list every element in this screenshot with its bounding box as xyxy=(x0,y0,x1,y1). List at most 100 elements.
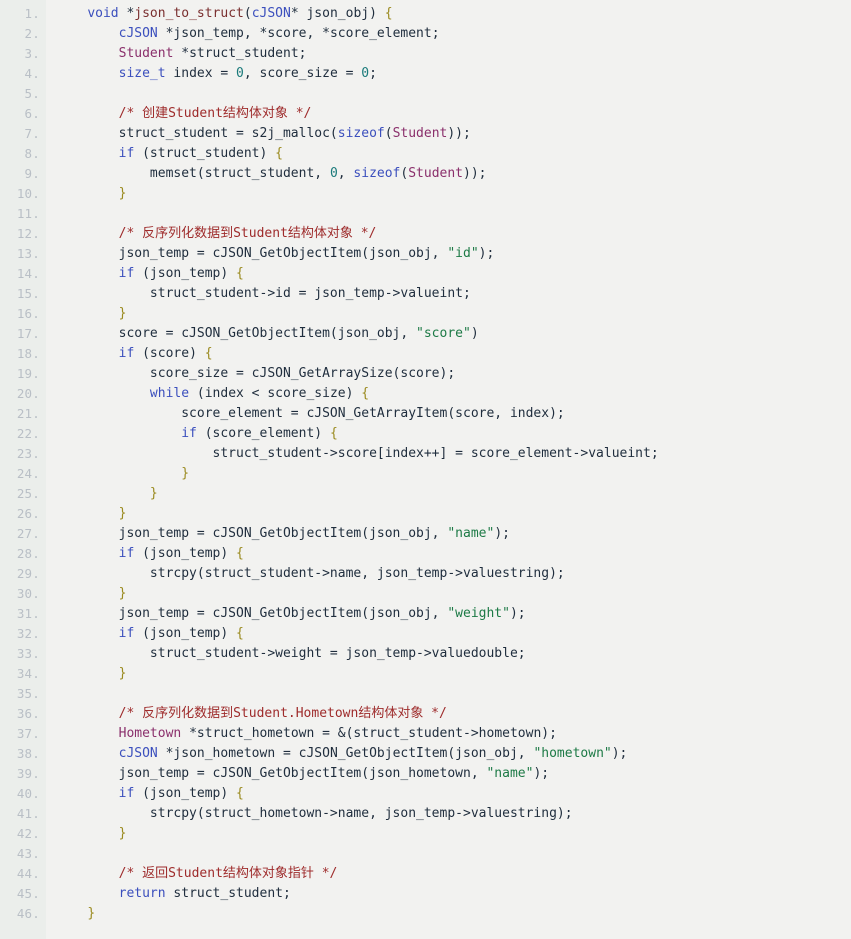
code-line[interactable]: size_t index = 0, score_size = 0; xyxy=(56,64,851,84)
code-line[interactable] xyxy=(56,84,851,104)
code-line[interactable]: if (json_temp) { xyxy=(56,264,851,284)
code-token-kw: if xyxy=(181,426,197,441)
code-token-brace: { xyxy=(275,146,283,161)
code-line[interactable]: cJSON *json_temp, *score, *score_element… xyxy=(56,24,851,44)
code-line[interactable]: /* 返回Student结构体对象指针 */ xyxy=(56,864,851,884)
code-line[interactable]: } xyxy=(56,504,851,524)
line-number: 32. xyxy=(16,626,40,641)
code-line[interactable]: struct_student->score[index++] = score_e… xyxy=(56,444,851,464)
code-token-cmt: /* 反序列化数据到Student结构体对象 */ xyxy=(118,226,377,241)
code-token-type: Student xyxy=(392,126,448,141)
code-line[interactable]: strcpy(struct_hometown->name, json_temp-… xyxy=(56,804,851,824)
code-token-str: "score" xyxy=(416,326,471,341)
code-line[interactable] xyxy=(56,684,851,704)
code-line[interactable]: if (score_element) { xyxy=(56,424,851,444)
line-number: 26. xyxy=(16,506,40,521)
code-token-brace: { xyxy=(236,546,244,561)
code-line[interactable]: Student *struct_student; xyxy=(56,44,851,64)
code-line[interactable]: } xyxy=(56,464,851,484)
code-line[interactable]: Hometown *struct_hometown = &(struct_stu… xyxy=(56,724,851,744)
code-token-cmt: /* 返回Student结构体对象指针 */ xyxy=(118,866,338,881)
code-line[interactable]: memset(struct_student, 0, sizeof(Student… xyxy=(56,164,851,184)
code-token-brace: { xyxy=(204,346,213,361)
code-line[interactable]: while (index < score_size) { xyxy=(56,384,851,404)
code-content-area[interactable]: void *json_to_struct(cJSON* json_obj) { … xyxy=(46,0,851,939)
code-token-plain: ); xyxy=(533,766,550,781)
code-token-plain: * json_obj) xyxy=(290,6,385,21)
code-token-brace: } xyxy=(118,306,127,321)
code-line[interactable]: json_temp = cJSON_GetObjectItem(json_obj… xyxy=(56,604,851,624)
code-line[interactable]: } xyxy=(56,484,851,504)
line-number: 4. xyxy=(24,66,40,81)
code-token-plain: (json_temp) xyxy=(134,546,237,561)
code-line[interactable]: /* 创建Student结构体对象 */ xyxy=(56,104,851,124)
code-line[interactable]: struct_student->id = json_temp->valueint… xyxy=(56,284,851,304)
code-token-kw: if xyxy=(118,266,135,281)
line-number: 45. xyxy=(16,886,40,901)
line-number: 23. xyxy=(16,446,40,461)
code-line[interactable]: score_element = cJSON_GetArrayItem(score… xyxy=(56,404,851,424)
line-number: 3. xyxy=(24,46,40,61)
code-line[interactable]: if (json_temp) { xyxy=(56,784,851,804)
code-token-brace: { xyxy=(329,426,338,441)
code-line[interactable]: json_temp = cJSON_GetObjectItem(json_obj… xyxy=(56,524,851,544)
code-line[interactable]: json_temp = cJSON_GetObjectItem(json_hom… xyxy=(56,764,851,784)
code-token-plain: struct_student = s2j_malloc( xyxy=(56,126,338,141)
code-line[interactable]: score_size = cJSON_GetArraySize(score); xyxy=(56,364,851,384)
line-number: 10. xyxy=(16,186,40,201)
code-line[interactable]: } xyxy=(56,584,851,604)
line-number: 35. xyxy=(16,686,40,701)
line-number: 7. xyxy=(24,126,40,141)
code-line[interactable]: strcpy(struct_student->name, json_temp->… xyxy=(56,564,851,584)
code-line[interactable]: struct_student->weight = json_temp->valu… xyxy=(56,644,851,664)
code-line[interactable]: if (json_temp) { xyxy=(56,624,851,644)
code-line[interactable]: } xyxy=(56,304,851,324)
line-number: 27. xyxy=(16,526,40,541)
line-number: 38. xyxy=(16,746,40,761)
line-number: 42. xyxy=(16,826,40,841)
code-line[interactable]: void *json_to_struct(cJSON* json_obj) { xyxy=(56,4,851,24)
code-line[interactable]: if (struct_student) { xyxy=(56,144,851,164)
code-line[interactable]: /* 反序列化数据到Student.Hometown结构体对象 */ xyxy=(56,704,851,724)
code-token-kw: return xyxy=(118,886,166,901)
code-line[interactable]: struct_student = s2j_malloc(sizeof(Stude… xyxy=(56,124,851,144)
code-line[interactable] xyxy=(56,204,851,224)
code-token-plain: struct_student; xyxy=(165,886,291,901)
code-line[interactable]: json_temp = cJSON_GetObjectItem(json_obj… xyxy=(56,244,851,264)
code-token-plain: score_element = cJSON_GetArrayItem(score… xyxy=(56,406,565,421)
code-token-plain: json_temp = cJSON_GetObjectItem(json_obj… xyxy=(56,606,448,621)
line-number: 17. xyxy=(16,326,40,341)
code-line[interactable]: return struct_student; xyxy=(56,884,851,904)
code-line[interactable]: cJSON *json_hometown = cJSON_GetObjectIt… xyxy=(56,744,851,764)
code-line[interactable]: if (json_temp) { xyxy=(56,544,851,564)
code-token-fn: json_to_struct xyxy=(134,6,244,21)
code-line[interactable]: } xyxy=(56,904,851,924)
code-line[interactable]: /* 反序列化数据到Student结构体对象 */ xyxy=(56,224,851,244)
code-token-plain: ( xyxy=(384,126,393,141)
code-line[interactable]: } xyxy=(56,824,851,844)
code-token-cmt: /* 反序列化数据到Student.Hometown结构体对象 */ xyxy=(118,706,447,721)
code-line[interactable]: } xyxy=(56,664,851,684)
code-line[interactable]: score = cJSON_GetObjectItem(json_obj, "s… xyxy=(56,324,851,344)
code-token-plain: strcpy(struct_student->name, json_temp->… xyxy=(56,566,565,581)
code-token-plain: (score_element) xyxy=(196,426,330,441)
code-line[interactable] xyxy=(56,844,851,864)
line-number: 5. xyxy=(24,86,40,101)
code-token-num: 0 xyxy=(329,166,338,181)
line-number-gutter: 1. 2. 3. 4. 5. 6. 7. 8. 9. 10. 11. 12. 13. 14. 15. 16. 1… xyxy=(0,0,46,939)
code-line[interactable]: if (score) { xyxy=(56,344,851,364)
code-line[interactable]: } xyxy=(56,184,851,204)
code-token-plain: ( xyxy=(243,6,252,21)
line-number: 46. xyxy=(16,906,40,921)
